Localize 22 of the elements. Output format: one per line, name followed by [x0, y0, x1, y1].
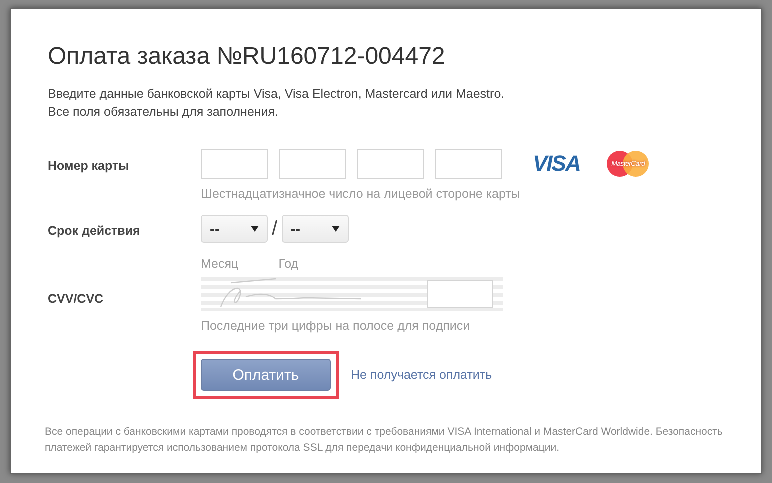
expiry-select[interactable]: -- — [282, 215, 349, 243]
field-hint: Месяц — [201, 257, 239, 271]
dialog-title: Оплата заказа №RU160712-004472 — [48, 43, 446, 71]
field-hint: Шестнадцатизначное число на лицевой стороне карты — [201, 187, 522, 201]
field-hint: Последние три цифры на полосе для подписи — [201, 319, 472, 333]
expiry-select[interactable]: -- — [201, 215, 268, 243]
field-hint: Год — [278, 257, 299, 271]
separator-text: / — [272, 218, 278, 240]
field-label: Срок действия — [48, 223, 142, 239]
field-label: CVV/CVC — [48, 291, 105, 307]
caret-icon — [251, 226, 259, 232]
card-number-field[interactable] — [435, 149, 502, 179]
security-notice: Все операции с банковскими картами проводятся в соответствии с требованиями VISA International и MasterCard Worldwide. Безопасность платежей гарантируется использованием протокола SSL для передачи конфиденциальной информации. — [45, 425, 724, 456]
caret-icon — [332, 226, 340, 232]
cvv-field[interactable] — [427, 280, 493, 308]
card-number-field[interactable] — [357, 149, 424, 179]
visa-logo: VISA — [533, 151, 580, 177]
card-number-field[interactable] — [279, 149, 346, 179]
help-link[interactable]: Не получается оплатить — [351, 368, 492, 382]
field-label: Номер карты — [48, 158, 130, 174]
card-number-field[interactable] — [201, 149, 268, 179]
intro-text: Введите данные банковской карты Visa, Visa Electron, Mastercard или Maestro. Все поля обязательны для заполнения. — [48, 86, 506, 121]
